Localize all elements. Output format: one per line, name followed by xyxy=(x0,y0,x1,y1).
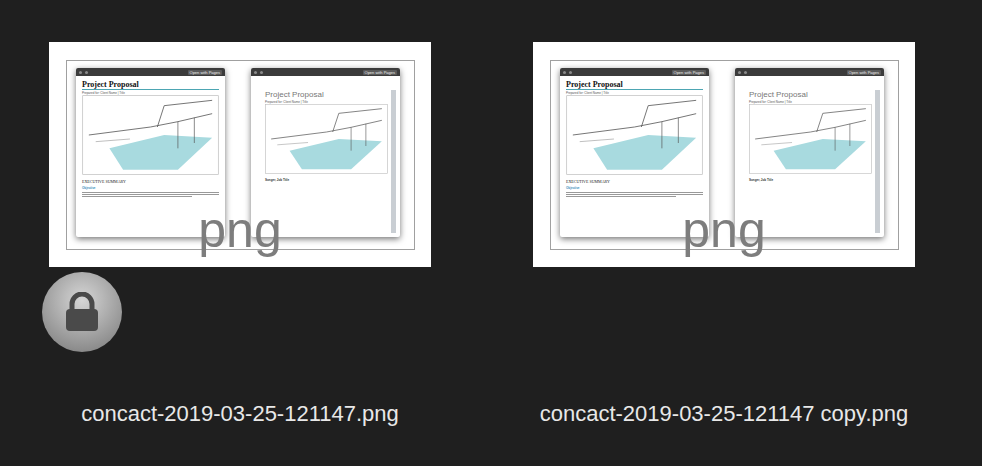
document-heading: Project Proposal xyxy=(566,80,703,90)
file-type-label: png xyxy=(49,202,431,258)
minimize-dot xyxy=(260,71,263,74)
window-titlebar: Open with Pages xyxy=(251,68,400,76)
scrollbar xyxy=(391,90,396,233)
window-titlebar: Open with Pages xyxy=(735,68,884,76)
file-thumbnail[interactable]: Open with PagesProject ProposalPrepared … xyxy=(533,42,915,267)
document-heading: Project Proposal xyxy=(265,90,388,99)
scrollbar xyxy=(875,90,880,233)
open-with-pages-button: Open with Pages xyxy=(672,70,706,75)
open-with-pages-button: Open with Pages xyxy=(363,70,397,75)
file-thumbnail[interactable]: Open with PagesProject ProposalPrepared … xyxy=(49,42,431,267)
document-heading: Project Proposal xyxy=(749,90,872,99)
document-subtitle: Prepared for: Client Name | Title xyxy=(82,91,219,95)
minimize-dot xyxy=(569,71,572,74)
document-heading: Project Proposal xyxy=(82,80,219,90)
house-illustration xyxy=(82,95,219,175)
file-item[interactable]: Open with PagesProject ProposalPrepared … xyxy=(0,42,480,466)
close-dot xyxy=(79,71,82,74)
document-subtitle: Prepared for: Client Name | Title xyxy=(566,91,703,95)
subheading: Objective xyxy=(82,186,219,190)
lock-icon xyxy=(63,292,101,332)
file-name[interactable]: concact-2019-03-25-121147.png xyxy=(81,400,399,428)
house-illustration xyxy=(566,95,703,175)
open-with-pages-button: Open with Pages xyxy=(188,70,222,75)
close-dot xyxy=(563,71,566,74)
section-heading: EXECUTIVE SUMMARY xyxy=(566,179,703,184)
section-heading: EXECUTIVE SUMMARY xyxy=(82,179,219,184)
file-type-label: png xyxy=(533,202,915,258)
minimize-dot xyxy=(85,71,88,74)
window-titlebar: Open with Pages xyxy=(560,68,709,76)
document-author: Songer, Job Title xyxy=(749,178,872,182)
close-dot xyxy=(738,71,741,74)
open-with-pages-button: Open with Pages xyxy=(847,70,881,75)
file-item[interactable]: Open with PagesProject ProposalPrepared … xyxy=(484,42,964,466)
document-author: Songer, Job Title xyxy=(265,178,388,182)
finder-icon-view: Open with PagesProject ProposalPrepared … xyxy=(0,0,982,466)
close-dot xyxy=(254,71,257,74)
subheading: Objective xyxy=(566,186,703,190)
file-name[interactable]: concact-2019-03-25-121147 copy.png xyxy=(540,400,909,428)
document-subtitle: Prepared for: Client Name | Title xyxy=(749,100,872,104)
locked-badge xyxy=(42,272,122,352)
house-illustration xyxy=(265,104,388,174)
document-subtitle: Prepared for: Client Name | Title xyxy=(265,100,388,104)
house-illustration xyxy=(749,104,872,174)
minimize-dot xyxy=(744,71,747,74)
window-titlebar: Open with Pages xyxy=(76,68,225,76)
